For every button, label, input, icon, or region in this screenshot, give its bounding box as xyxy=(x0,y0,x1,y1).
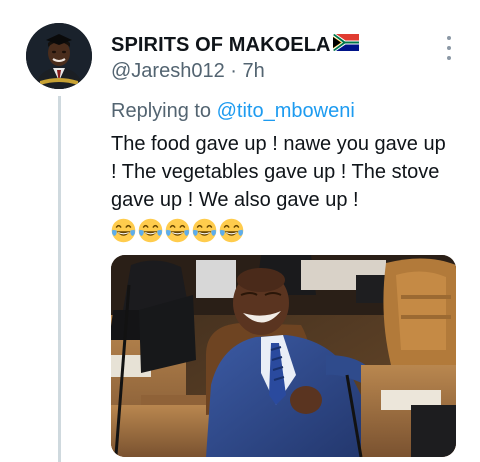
author-name-text: SPIRITS OF MAKOELA xyxy=(111,34,331,56)
tweet-timestamp[interactable]: 7h xyxy=(242,60,264,82)
author-handle-row: @Jaresh012 · 7h xyxy=(111,60,265,83)
more-options-icon[interactable] xyxy=(443,36,455,60)
emoji-row xyxy=(111,218,244,243)
avatar-image xyxy=(26,23,92,89)
face-with-tears-of-joy-icon xyxy=(111,218,136,243)
face-with-tears-of-joy-icon xyxy=(219,218,244,243)
author-handle[interactable]: @Jaresh012 xyxy=(111,60,225,82)
thread-connector-line xyxy=(58,96,61,462)
author-display-name[interactable]: SPIRITS OF MAKOELA xyxy=(111,34,359,57)
replying-to-line: Replying to @tito_mboweni xyxy=(111,100,355,123)
replying-to-mention[interactable]: @tito_mboweni xyxy=(217,100,355,122)
tweet-media-photo[interactable] xyxy=(111,255,456,457)
face-with-tears-of-joy-icon xyxy=(165,218,190,243)
south-africa-flag-icon xyxy=(332,34,359,57)
tweet-text: The food gave up ! nawe you gave up ! Th… xyxy=(111,133,446,211)
parliament-photo xyxy=(111,255,456,457)
meta-separator: · xyxy=(224,60,243,82)
replying-to-prefix: Replying to xyxy=(111,100,217,122)
face-with-tears-of-joy-icon xyxy=(138,218,163,243)
face-with-tears-of-joy-icon xyxy=(192,218,217,243)
avatar[interactable] xyxy=(26,23,92,89)
